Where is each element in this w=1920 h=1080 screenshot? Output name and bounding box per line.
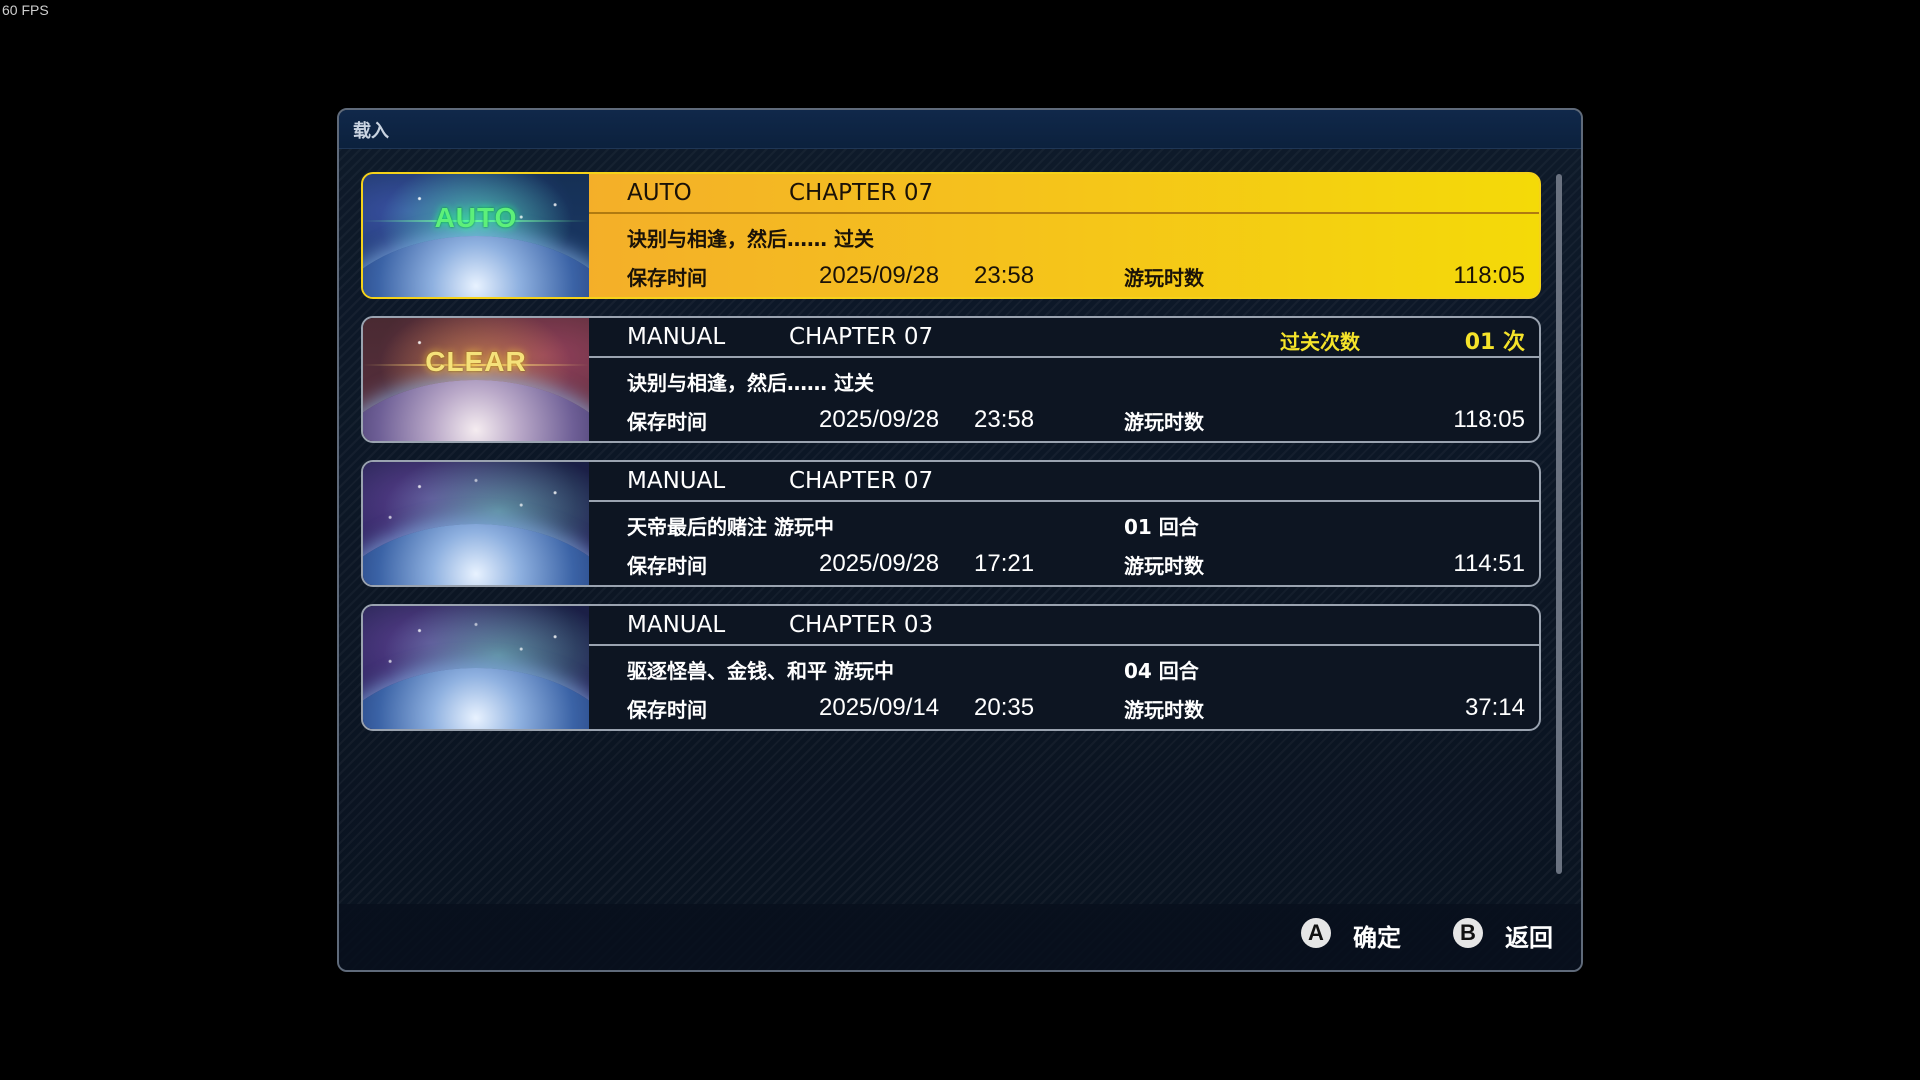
save-time-label: 保存时间 (627, 554, 707, 578)
confirm-label: 确定 (1353, 924, 1401, 952)
save-date: 2025/09/28 (819, 550, 940, 577)
slot-type: MANUAL (627, 612, 726, 638)
save-slot-clear[interactable]: CLEAR MANUAL CHAPTER 07 过关次数 01 次 诀别与相逢，… (361, 316, 1541, 443)
save-time-label: 保存时间 (627, 266, 707, 290)
save-time: 23:58 (974, 262, 1035, 289)
slot-description: 诀别与相逢，然后…… 过关 (627, 371, 874, 395)
slot-description: 天帝最后的赌注 游玩中 (627, 515, 834, 539)
slot-type: AUTO (627, 180, 692, 206)
play-time-label: 游玩时数 (1124, 698, 1204, 722)
dialog-title: 载入 (353, 121, 389, 142)
save-date: 2025/09/14 (819, 694, 940, 721)
save-slot-manual[interactable]: MANUAL CHAPTER 07 天帝最后的赌注 游玩中 01 回合 保存时间… (361, 460, 1541, 587)
save-slot-manual[interactable]: MANUAL CHAPTER 03 驱逐怪兽、金钱、和平 游玩中 04 回合 保… (361, 604, 1541, 731)
slot-thumbnail: CLEAR (363, 318, 589, 441)
play-time-label: 游玩时数 (1124, 266, 1204, 290)
slot-description: 诀别与相逢，然后…… 过关 (627, 227, 874, 251)
slot-chapter: CHAPTER 03 (789, 612, 934, 638)
a-button-icon: A (1301, 918, 1331, 948)
confirm-button[interactable]: A 确定 (1301, 916, 1421, 952)
play-time: 118:05 (1453, 262, 1525, 289)
save-slot-auto[interactable]: AUTO AUTO CHAPTER 07 诀别与相逢，然后…… 过关 保存时间 … (361, 172, 1541, 299)
slot-chapter: CHAPTER 07 (789, 324, 934, 350)
play-time-label: 游玩时数 (1124, 554, 1204, 578)
play-time-label: 游玩时数 (1124, 410, 1204, 434)
slot-type: MANUAL (627, 324, 726, 350)
save-time: 20:35 (974, 694, 1035, 721)
play-time: 114:51 (1453, 550, 1525, 577)
button-hint-bar: A 确定 B 返回 (339, 904, 1581, 970)
save-time-label: 保存时间 (627, 410, 707, 434)
play-time: 118:05 (1453, 406, 1525, 433)
scrollbar[interactable] (1556, 174, 1562, 874)
slot-thumbnail: AUTO (363, 174, 589, 297)
slot-type: MANUAL (627, 468, 726, 494)
save-time: 23:58 (974, 406, 1035, 433)
slot-description: 驱逐怪兽、金钱、和平 游玩中 (627, 659, 894, 683)
slot-thumbnail (363, 462, 589, 585)
slot-round: 04 回合 (1124, 659, 1199, 683)
dialog-header: 载入 (339, 110, 1581, 149)
slot-chapter: CHAPTER 07 (789, 468, 934, 494)
save-date: 2025/09/28 (819, 406, 940, 433)
fps-counter: 60 FPS (2, 2, 49, 18)
b-button-icon: B (1453, 918, 1483, 948)
save-time-label: 保存时间 (627, 698, 707, 722)
load-dialog: 载入 AUTO AUTO CHAPTER 07 诀别与相逢，然后…… 过关 保存… (337, 108, 1583, 972)
play-time: 37:14 (1464, 694, 1525, 721)
slot-round: 01 回合 (1124, 515, 1199, 539)
back-button[interactable]: B 返回 (1453, 916, 1573, 952)
clear-count-label: 过关次数 (1280, 330, 1360, 354)
auto-badge: AUTO (434, 202, 518, 233)
slot-thumbnail (363, 606, 589, 729)
clear-badge: CLEAR (425, 346, 527, 377)
back-label: 返回 (1505, 924, 1553, 952)
save-time: 17:21 (974, 550, 1035, 577)
save-date: 2025/09/28 (819, 262, 940, 289)
clear-count: 01 次 (1464, 330, 1525, 355)
slot-chapter: CHAPTER 07 (789, 180, 934, 206)
